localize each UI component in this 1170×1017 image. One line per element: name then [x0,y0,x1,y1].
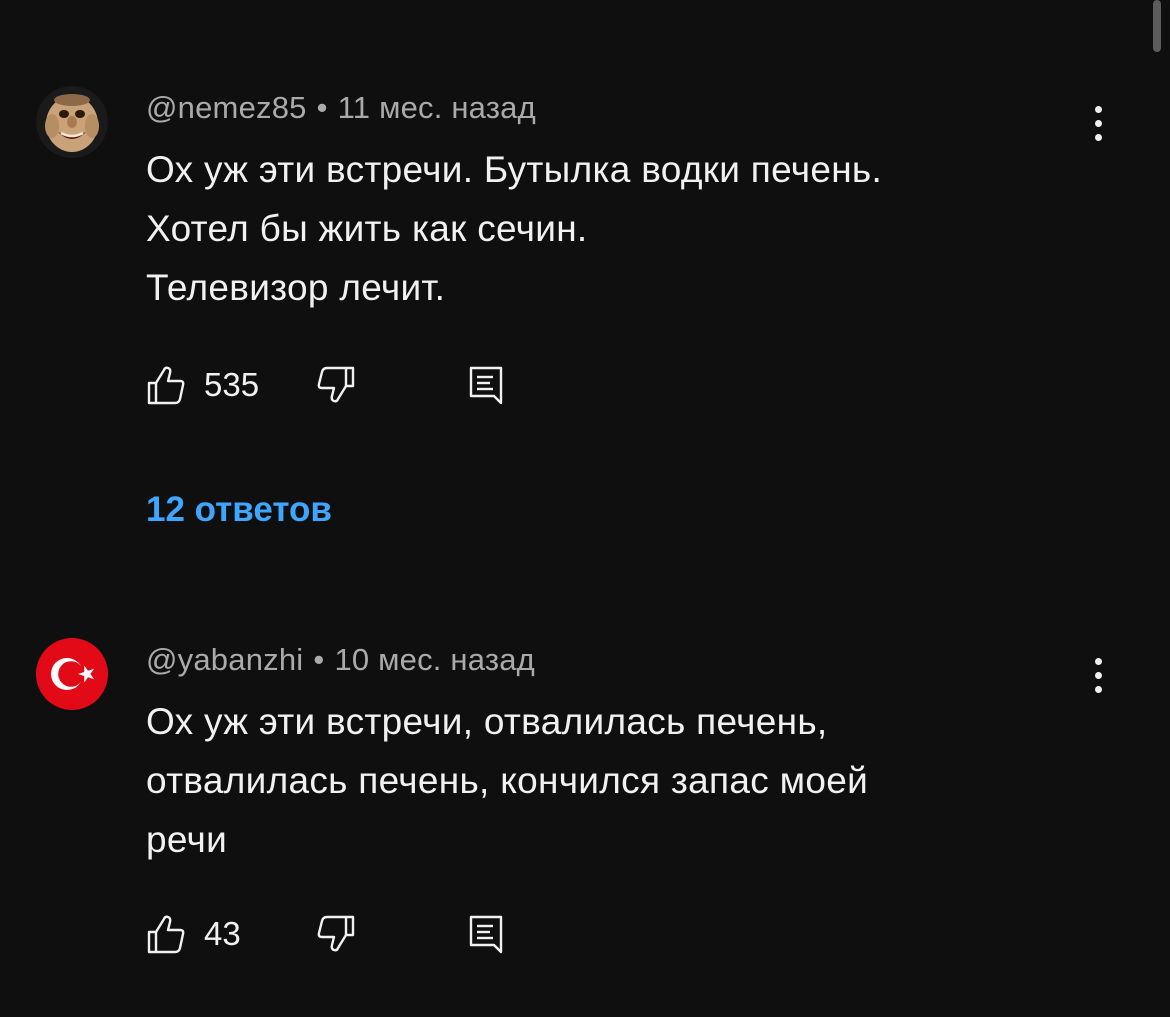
comment-text-line: Телевизор лечит. [146,267,446,308]
dislike-button[interactable] [316,364,356,406]
comment-text-line: Хотел бы жить как сечин. [146,208,588,249]
reply-button[interactable] [466,913,506,955]
like-button[interactable] [146,913,186,955]
reply-button[interactable] [466,364,506,406]
meta-separator: • [316,90,328,125]
thumb-up-icon [147,366,185,405]
comment-meta: @yabanzhi • 10 мес. назад [146,642,535,678]
more-vertical-icon[interactable] [1080,104,1116,144]
comment-text-line: отвалилась печень, кончился запас моей [146,760,869,801]
comment-reply-icon [469,915,503,954]
comment-text-line: Ох уж эти встречи. Бутылка водки печень. [146,149,883,190]
comment-author[interactable]: @yabanzhi [146,642,303,677]
avatar[interactable] [36,86,108,158]
turkey-flag-avatar-image [36,638,108,710]
comment-time[interactable]: 10 мес. назад [334,642,535,677]
avatar[interactable] [36,638,108,710]
more-vertical-icon[interactable] [1080,656,1116,696]
thumb-up-icon [147,915,185,954]
comment-actions: 535 [146,364,546,408]
comment-text: Ох уж эти встречи. Бутылка водки печень.… [146,140,1046,317]
thumb-down-icon [317,366,355,403]
view-replies-link[interactable]: 12 ответов [146,490,332,530]
comment-text-line: Ох уж эти встречи, отвалилась печень, [146,701,828,742]
comment-actions: 43 [146,913,546,957]
like-count: 535 [204,366,260,403]
comment-author[interactable]: @nemez85 [146,90,307,125]
like-count: 43 [204,915,241,952]
comments-section: @nemez85 • 11 мес. назад Ох уж эти встречи… [0,0,1170,1017]
meta-separator: • [313,642,325,677]
avatar-caricature-image [36,86,108,158]
comment-text-line: речи [146,819,228,860]
thumb-down-icon [317,915,355,952]
comment-time[interactable]: 11 мес. назад [338,90,536,125]
dislike-button[interactable] [316,913,356,955]
scrollbar[interactable] [1153,0,1161,52]
like-button[interactable] [146,364,186,406]
comment-text: Ох уж эти встречи, отвалилась печень, от… [146,692,1046,869]
comment-meta: @nemez85 • 11 мес. назад [146,90,536,126]
comment-reply-icon [469,366,503,405]
